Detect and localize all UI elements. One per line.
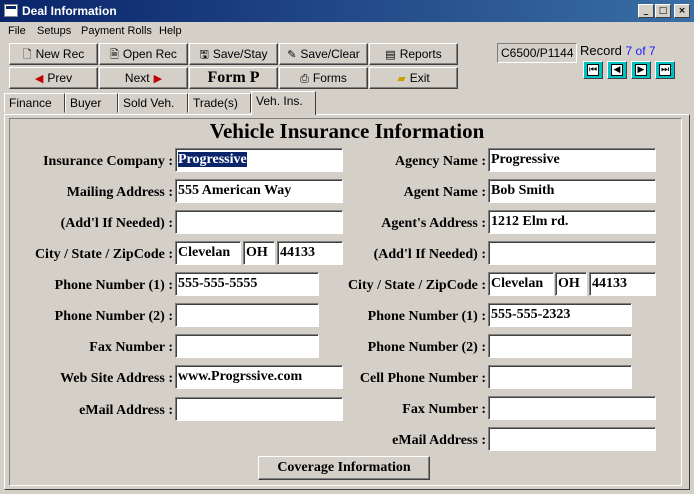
tab-trades[interactable]: Trade(s) (188, 93, 251, 113)
tab-finance[interactable]: Finance (4, 93, 65, 113)
agency-name-label: Agency Name : (395, 154, 486, 169)
save-clear-button[interactable]: ✎ Save/Clear (279, 43, 368, 65)
next-record-button[interactable]: ▶ (631, 61, 651, 79)
coverage-information-button[interactable]: Coverage Information (258, 456, 430, 480)
insurance-phone2-field[interactable] (175, 303, 319, 327)
menu-file[interactable]: File (8, 25, 26, 37)
menu-help[interactable]: Help (159, 25, 182, 37)
window-title: Deal Information (22, 4, 117, 18)
insurance-fax-field[interactable] (175, 334, 319, 358)
menu-bar: File Setups Payment Rolls Help (0, 22, 694, 40)
agency-addl-label: (Add'l If Needed) : (373, 247, 486, 262)
prev-button[interactable]: ◀ Prev (9, 67, 98, 89)
record-position: 7 of 7 (625, 44, 656, 58)
reports-icon: ▤ (385, 48, 396, 61)
previous-record-button[interactable]: ◀ (607, 61, 627, 79)
form-p-button[interactable]: Form P (189, 67, 278, 89)
agency-phone2-field[interactable] (488, 334, 632, 358)
insurance-phone1-label: Phone Number (1) : (54, 278, 173, 293)
agent-name-field[interactable]: Bob Smith (488, 179, 656, 203)
printer-icon: ⎙ (300, 72, 309, 85)
insurance-fax-label: Fax Number : (89, 340, 173, 355)
agency-phone1-label: Phone Number (1) : (367, 309, 486, 324)
agency-zip-field[interactable]: 44133 (589, 272, 656, 296)
insurance-email-label: eMail Address : (79, 403, 173, 418)
insurance-zip-field[interactable]: 44133 (277, 241, 343, 265)
insurance-csz-label: City / State / ZipCode : (34, 247, 173, 262)
agency-fax-label: Fax Number : (402, 402, 486, 417)
maximize-button[interactable]: □ (655, 4, 671, 18)
agent-address-label: Agent's Address : (381, 216, 486, 231)
tab-veh-ins[interactable]: Veh. Ins. (251, 91, 316, 115)
document-icon: 🗋 (22, 48, 32, 61)
record-label: Record (580, 43, 622, 58)
insurance-company-field[interactable]: Progressive (175, 148, 343, 172)
folder-icon: ▰ (397, 72, 406, 85)
agency-phone1-field[interactable]: 555-555-2323 (488, 303, 632, 327)
skip-last-icon: ⏭ (659, 64, 671, 76)
insurance-addl-label: (Add'l If Needed) : (60, 216, 173, 231)
agency-state-field[interactable]: OH (555, 272, 587, 296)
website-label: Web Site Address : (60, 371, 173, 386)
insurance-phone1-field[interactable]: 555-555-5555 (175, 272, 319, 296)
reports-button[interactable]: ▤ Reports (369, 43, 458, 65)
next-button[interactable]: Next ▶ (99, 67, 188, 89)
insurance-state-field[interactable]: OH (243, 241, 275, 265)
save-stay-button[interactable]: 🖫 Save/Stay (189, 43, 278, 65)
insurance-phone2-label: Phone Number (2) : (54, 309, 173, 324)
website-field[interactable]: www.Progrssive.com (175, 365, 343, 389)
agency-city-field[interactable]: Clevelan (488, 272, 554, 296)
step-back-icon: ◀ (611, 64, 623, 76)
agency-csz-label: City / State / ZipCode : (347, 278, 486, 293)
first-record-button[interactable]: ⏮ (583, 61, 603, 79)
agent-name-label: Agent Name : (403, 185, 486, 200)
agent-address-field[interactable]: 1212 Elm rd. (488, 210, 656, 234)
app-icon (4, 4, 18, 17)
menu-setups[interactable]: Setups (37, 25, 71, 37)
save-icon: 🖫 (199, 48, 209, 61)
agency-email-label: eMail Address : (392, 433, 486, 448)
step-forward-icon: ▶ (635, 64, 647, 76)
save-clear-icon: ✎ (287, 48, 297, 61)
agency-name-field[interactable]: Progressive (488, 148, 656, 172)
insurance-company-label: Insurance Company : (43, 154, 173, 169)
minimize-button[interactable]: _ (638, 4, 654, 18)
arrow-left-icon: ◀ (34, 72, 44, 85)
skip-first-icon: ⏮ (587, 64, 599, 76)
agency-email-field[interactable] (488, 427, 656, 451)
insurance-city-field[interactable]: Clevelan (175, 241, 241, 265)
exit-button[interactable]: ▰ Exit (369, 67, 458, 89)
new-rec-button[interactable]: 🗋 New Rec (9, 43, 98, 65)
mailing-address-label: Mailing Address : (66, 185, 173, 200)
menu-payment-rolls[interactable]: Payment Rolls (81, 25, 152, 37)
cell-phone-field[interactable] (488, 365, 632, 389)
cell-phone-label: Cell Phone Number : (359, 371, 486, 386)
insurance-email-field[interactable] (175, 397, 343, 421)
last-record-button[interactable]: ⏭ (655, 61, 675, 79)
title-bar: Deal Information _ □ × (0, 0, 694, 22)
mailing-address-field[interactable]: 555 American Way (175, 179, 343, 203)
open-document-icon: 🗎 (110, 48, 119, 61)
agency-addl-field[interactable] (488, 241, 656, 265)
forms-button[interactable]: ⎙ Forms (279, 67, 368, 89)
close-button[interactable]: × (674, 4, 690, 18)
insurance-addl-field[interactable] (175, 210, 343, 234)
record-indicator: Record 7 of 7 (580, 43, 656, 58)
tab-buyer[interactable]: Buyer (65, 93, 118, 113)
arrow-right-icon: ▶ (153, 72, 163, 85)
deal-code: C6500/P1144 (497, 43, 577, 63)
tab-sold-veh[interactable]: Sold Veh. (118, 93, 188, 113)
agency-fax-field[interactable] (488, 396, 656, 420)
agency-phone2-label: Phone Number (2) : (367, 340, 486, 355)
form-title: Vehicle Insurance Information (209, 119, 485, 143)
open-rec-button[interactable]: 🗎 Open Rec (99, 43, 188, 65)
